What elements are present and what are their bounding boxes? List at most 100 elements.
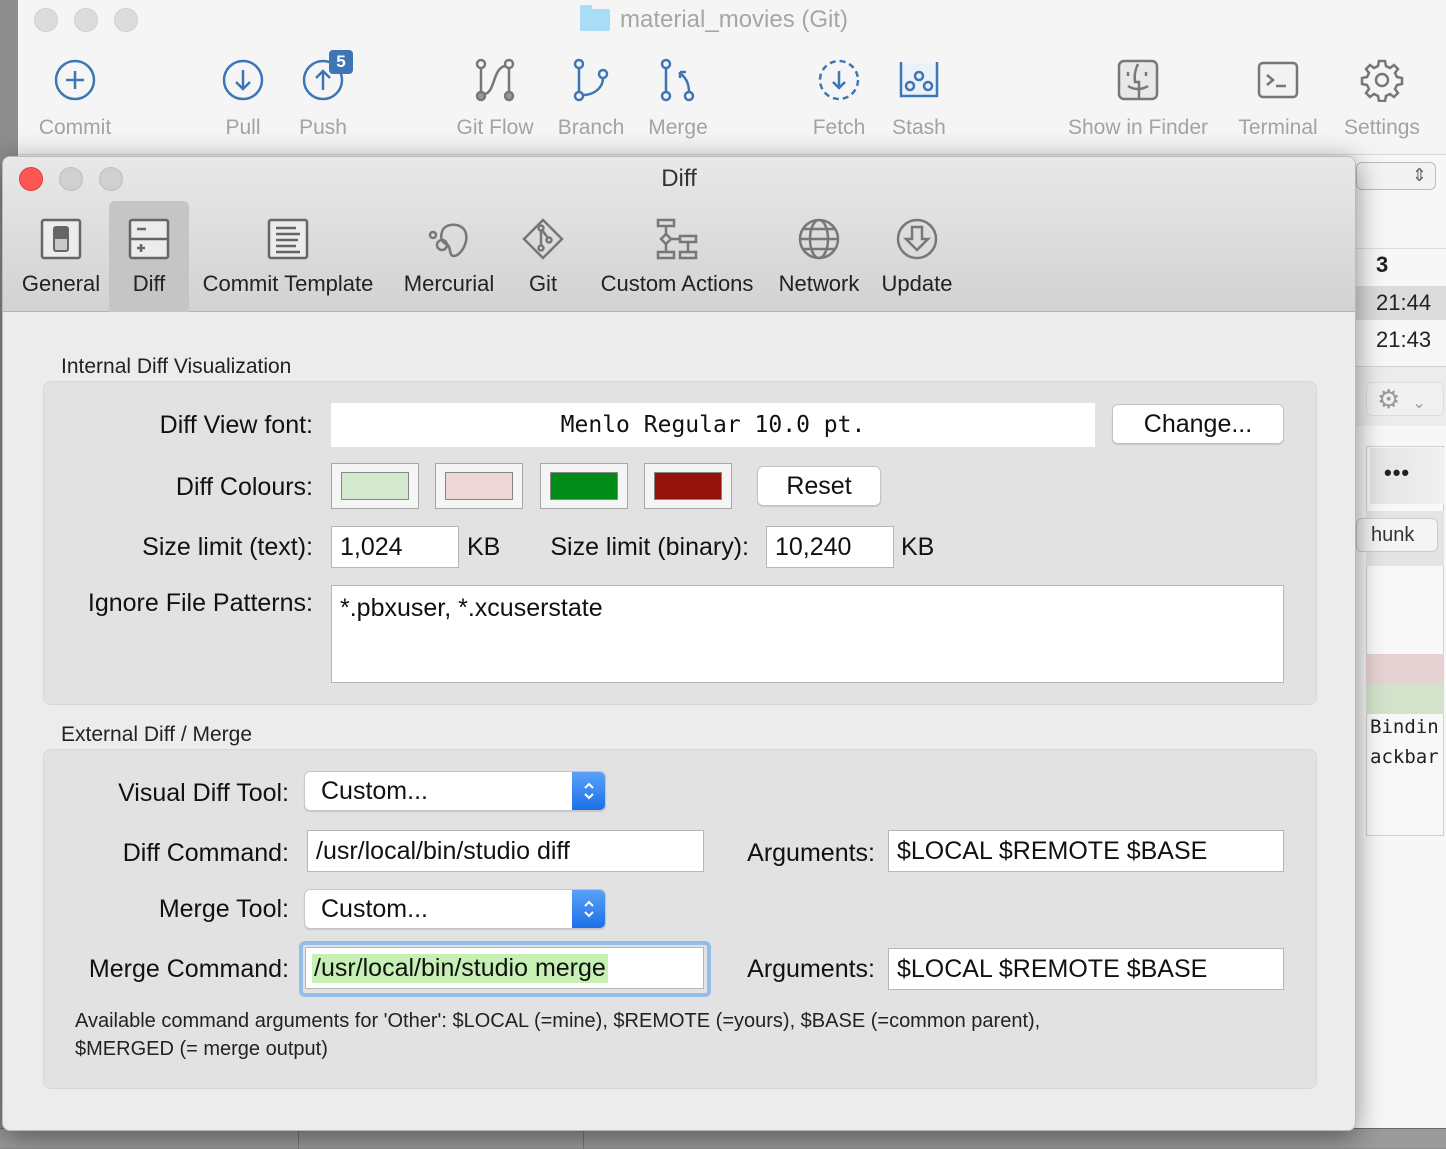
added-background-colour-well[interactable] [331,463,419,509]
gear-icon: ⚙ [1377,384,1401,414]
settings-button[interactable]: Settings [1334,56,1430,140]
code-line: ackbar [1370,746,1439,768]
diff-view-font-field: Menlo Regular 10.0 pt. [331,403,1095,447]
tab-custom-actions[interactable]: Custom Actions [589,201,765,312]
merge-command-label: Merge Command: [88,955,289,983]
main-toolbar: material_movies (Git) Commit Pull 5 Push [18,0,1446,155]
globe-icon [797,217,841,261]
folder-icon [580,5,610,31]
merge-button[interactable]: Merge [638,56,718,140]
merge-icon [654,56,702,104]
git-flow-icon [471,56,519,104]
dialog-title: Diff [661,165,697,192]
reset-colours-button[interactable]: Reset [757,466,881,506]
merge-tool-label: Merge Tool: [158,895,289,923]
git-flow-button[interactable]: Git Flow [450,56,540,140]
chevron-updown-icon [572,772,605,810]
added-text-colour-well[interactable] [540,463,628,509]
tab-diff-label: Diff [132,271,166,296]
column-header: 3 [1376,252,1389,277]
push-count-badge: 5 [329,50,353,74]
selected-text: /usr/local/bin/studio merge [312,953,608,983]
change-font-button[interactable]: Change... [1112,404,1284,444]
tab-commit-template-label: Commit Template [202,271,374,296]
colour-swatch [654,472,722,500]
diff-command-input[interactable]: /usr/local/bin/studio diff [307,830,704,872]
colour-swatch [341,472,409,500]
size-limit-text-label: Size limit (text): [142,533,313,561]
removed-text-colour-well[interactable] [644,463,732,509]
settings-label: Settings [1344,116,1420,139]
pull-button[interactable]: Pull [208,56,278,140]
size-limit-text-unit: KB [467,533,501,561]
arrow-down-circle-icon [219,56,267,104]
visual-diff-tool-select[interactable]: Custom... [304,771,606,811]
tab-general[interactable]: General [13,201,109,312]
branch-selector[interactable]: ⇕ [1356,162,1436,190]
toggle-switch-icon [39,217,83,261]
more-button[interactable]: ••• [1370,448,1444,504]
merge-command-input[interactable]: /usr/local/bin/studio merge [305,947,704,989]
chevron-down-icon: ⌄ [1412,395,1426,412]
removed-line [1366,654,1444,684]
chevron-updown-icon [572,890,605,928]
close-window-button[interactable] [34,8,58,32]
chevron-updown-icon: ⇕ [1411,165,1427,185]
diff-arguments-input[interactable]: $LOCAL $REMOTE $BASE [888,830,1284,872]
mercurial-icon [427,217,471,261]
branch-button[interactable]: Branch [551,56,631,140]
merge-tool-value: Custom... [321,894,428,923]
terminal-button[interactable]: Terminal [1230,56,1326,140]
stash-label: Stash [892,116,946,139]
commit-row[interactable]: 21:43 [1376,323,1446,357]
push-label: Push [299,116,347,139]
preferences-toolbar: Diff General Diff Commit Template Mercur… [3,157,1355,312]
diff-command-label: Diff Command: [122,839,289,867]
gear-menu-button[interactable]: ⚙ ⌄ [1366,382,1444,416]
ignore-file-patterns-label: Ignore File Patterns: [87,589,313,617]
merge-label: Merge [648,116,708,139]
internal-diff-section-title: Internal Diff Visualization [61,355,292,378]
tab-custom-actions-label: Custom Actions [600,271,754,296]
tab-mercurial[interactable]: Mercurial [395,201,503,312]
removed-background-colour-well[interactable] [435,463,523,509]
ignore-file-patterns-textarea[interactable]: *.pbxuser, *.xcuserstate [331,585,1284,683]
stash-button[interactable]: Stash [884,56,954,140]
arguments-hint-line-2: $MERGED (= merge output) [75,1038,328,1060]
arrow-up-circle-icon: 5 [299,50,353,104]
tab-commit-template[interactable]: Commit Template [193,201,383,312]
size-limit-binary-label: Size limit (binary): [550,533,749,561]
commit-label: Commit [38,116,112,139]
show-in-finder-button[interactable]: Show in Finder [1058,56,1218,140]
diff-icon [127,217,171,261]
external-diff-section-title: External Diff / Merge [61,723,253,746]
tab-network-label: Network [778,271,860,296]
diff-view-font-label: Diff View font: [159,411,313,439]
tab-update[interactable]: Update [875,201,959,312]
hunk-button[interactable]: hunk [1356,518,1438,552]
minimize-window-button[interactable] [74,8,98,32]
size-limit-binary-input[interactable]: 10,240 [766,526,894,568]
tab-general-label: General [21,271,101,296]
commit-row[interactable]: 21:44 [1356,286,1446,320]
push-button[interactable]: 5 Push [288,50,358,140]
tab-diff[interactable]: Diff [109,201,189,312]
tab-git[interactable]: Git [513,201,573,312]
preferences-dialog: Diff General Diff Commit Template Mercur… [2,156,1356,1131]
fetch-button[interactable]: Fetch [804,56,874,140]
added-line [1366,684,1444,714]
show-in-finder-label: Show in Finder [1067,116,1209,139]
terminal-icon [1254,56,1302,104]
colour-swatch [550,472,618,500]
terminal-label: Terminal [1238,116,1318,139]
zoom-window-button[interactable] [114,8,138,32]
merge-arguments-input[interactable]: $LOCAL $REMOTE $BASE [888,948,1284,990]
plus-circle-icon [51,56,99,104]
code-line: Bindin [1370,716,1439,738]
status-bar [0,1128,1446,1149]
tab-network[interactable]: Network [773,201,865,312]
size-limit-text-input[interactable]: 1,024 [331,526,459,568]
commit-button[interactable]: Commit [35,56,115,140]
merge-tool-select[interactable]: Custom... [304,889,606,929]
branch-icon [567,56,615,104]
